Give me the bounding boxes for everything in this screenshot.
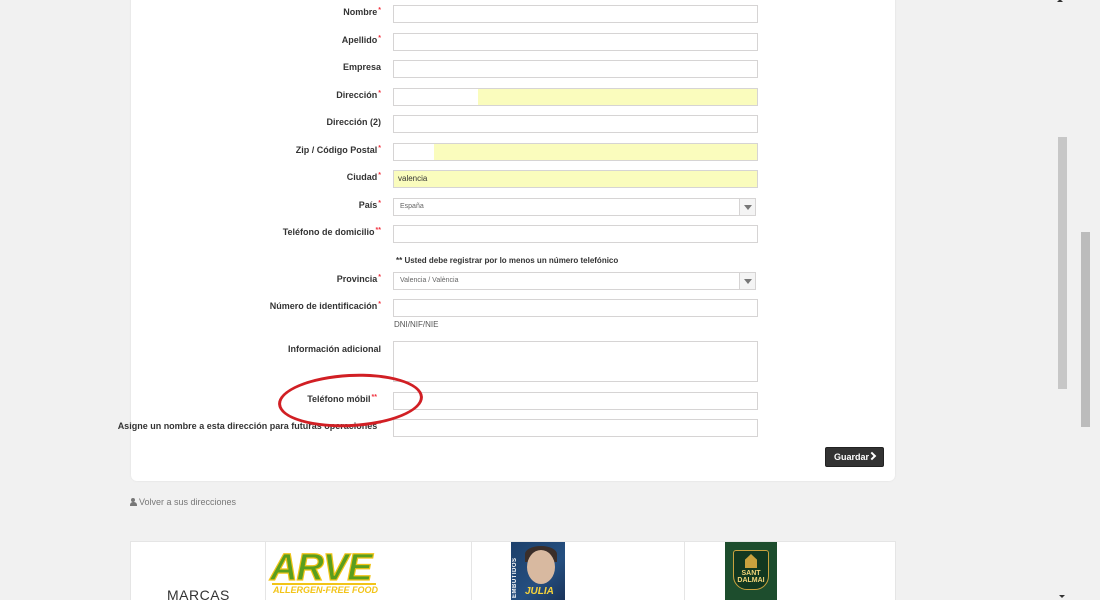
row-pais: País* España [0, 198, 1100, 218]
phone-required-note: ** Usted debe registrar por lo menos un … [396, 256, 619, 265]
chevron-down-icon[interactable] [739, 273, 755, 289]
provincia-selected-value: Valencia / València [400, 277, 459, 284]
save-button[interactable]: Guardar [825, 447, 884, 467]
brand-divider [265, 542, 266, 600]
label-apellido: Apellido* [341, 35, 381, 45]
label-direccion2: Dirección (2) [326, 117, 381, 127]
label-identificacion: Número de identificación* [269, 301, 381, 311]
row-zip: Zip / Código Postal* [0, 143, 1100, 163]
identificacion-input[interactable] [393, 299, 758, 317]
scroll-up-arrow-icon[interactable] [1054, 0, 1066, 6]
brand-logo-julia[interactable]: EMBUTIDOS JULIA [511, 542, 565, 600]
save-button-label: Guardar [834, 452, 870, 462]
row-empresa: Empresa [0, 60, 1100, 80]
zip-input-text [394, 144, 434, 160]
chevron-right-icon [867, 451, 877, 461]
label-ciudad: Ciudad* [346, 172, 381, 182]
label-direccion: Dirección* [336, 90, 381, 100]
julia-vertical-text: EMBUTIDOS [512, 557, 518, 599]
brand-logo-arve[interactable]: ARVE ALLERGEN-FREE FOOD [268, 547, 380, 595]
sant-text: SANT DALMAI [737, 570, 765, 584]
back-link-label: Volver a sus direcciones [139, 497, 237, 507]
julia-face [527, 550, 555, 584]
label-telefono-domicilio: Teléfono de domicilio** [282, 227, 381, 237]
row-nombre: Nombre* [0, 5, 1100, 25]
label-zip: Zip / Código Postal* [295, 145, 381, 155]
row-apellido: Apellido* [0, 33, 1100, 53]
telefono-movil-input[interactable] [393, 392, 758, 410]
row-ciudad: Ciudad* valencia [0, 170, 1100, 190]
alias-input[interactable] [393, 419, 758, 437]
chevron-down-icon[interactable] [739, 199, 755, 215]
inner-scrollbar-thumb[interactable] [1058, 137, 1067, 389]
brands-title: MARCAS [167, 587, 230, 600]
brand-logo-sant-dalmai[interactable]: SANT DALMAI [725, 542, 777, 600]
row-telefono-domicilio: Teléfono de domicilio** [0, 225, 1100, 245]
arve-name: ARVE [269, 547, 374, 589]
row-telefono-movil: Teléfono móbil** [0, 392, 1100, 412]
apellido-input[interactable] [393, 33, 758, 51]
brand-divider [684, 542, 685, 600]
nombre-input[interactable] [393, 5, 758, 23]
brand-divider [471, 542, 472, 600]
info-adicional-textarea[interactable] [393, 341, 758, 382]
zip-input[interactable] [393, 143, 758, 161]
row-direccion2: Dirección (2) [0, 115, 1100, 135]
direccion-input[interactable] [393, 88, 758, 106]
row-direccion: Dirección* [0, 88, 1100, 108]
label-pais: País* [358, 200, 381, 210]
label-info-adicional: Información adicional [287, 344, 381, 354]
provincia-select[interactable]: Valencia / València [393, 272, 756, 290]
arve-tagline: ALLERGEN-FREE FOOD [272, 585, 378, 595]
user-icon [130, 498, 137, 506]
page-scrollbar-thumb[interactable] [1081, 232, 1090, 427]
row-identificacion: Número de identificación* [0, 299, 1100, 319]
brands-strip: MARCAS ARVE ALLERGEN-FREE FOOD EMBUTIDOS… [130, 541, 896, 600]
ciudad-input[interactable]: valencia [393, 170, 758, 188]
row-alias: Asigne un nombre a esta dirección para f… [0, 419, 1100, 439]
julia-name: JULIA [525, 586, 554, 597]
direccion-input-text [394, 89, 478, 105]
empresa-input[interactable] [393, 60, 758, 78]
scroll-down-arrow-icon[interactable] [1056, 594, 1068, 600]
label-provincia: Provincia* [336, 274, 381, 284]
label-empresa: Empresa [342, 62, 381, 72]
pais-selected-value: España [400, 203, 424, 210]
row-provincia: Provincia* Valencia / València [0, 272, 1100, 292]
identificacion-hint: DNI/NIF/NIE [394, 320, 439, 329]
pais-select[interactable]: España [393, 198, 756, 216]
label-nombre: Nombre* [343, 7, 381, 17]
direccion2-input[interactable] [393, 115, 758, 133]
back-to-addresses-link[interactable]: Volver a sus direcciones [130, 497, 236, 507]
telefono-domicilio-input[interactable] [393, 225, 758, 243]
row-info-adicional: Información adicional [0, 341, 1100, 383]
